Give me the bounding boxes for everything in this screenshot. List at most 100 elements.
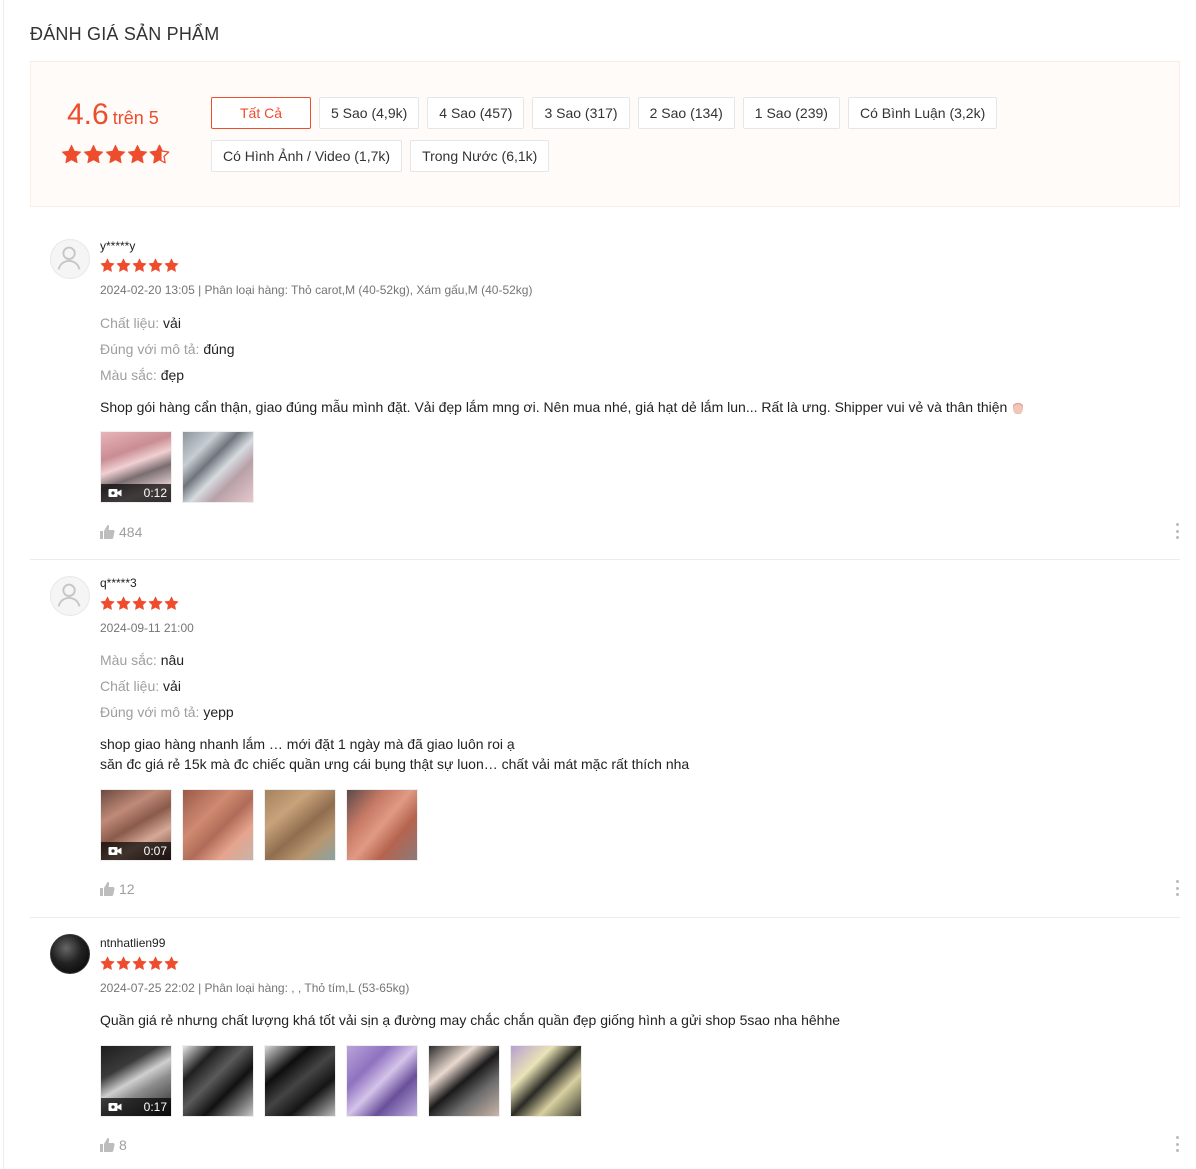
review-video-thumbnail[interactable]: 0:17 (100, 1045, 172, 1117)
attribute-value: đúng (203, 341, 235, 357)
like-count: 484 (119, 524, 143, 540)
review-media: 0:17 (100, 1045, 582, 1117)
score-suffix: trên 5 (112, 108, 159, 128)
star-icon (100, 596, 115, 611)
like-count: 8 (119, 1137, 127, 1153)
more-options-icon[interactable] (1174, 523, 1180, 539)
review-text: shop giao hàng nhanh lắm … mới đặt 1 ngà… (100, 734, 689, 774)
attribute-key: Đúng với mô tả: (100, 704, 200, 720)
review-image-thumbnail[interactable] (182, 789, 254, 861)
filter-all[interactable]: Tất Cả (211, 97, 311, 129)
product-reviews-page: ĐÁNH GIÁ SẢN PHẨM 4.6 trên 5 Tất Cả 5 Sao… (0, 0, 1196, 1169)
review-media: 0:12 (100, 431, 254, 503)
video-duration: 0:17 (143, 1100, 167, 1114)
filter-with-comments[interactable]: Có Bình Luận (3,2k) (847, 97, 998, 129)
video-duration: 0:07 (143, 844, 167, 858)
star-icon (164, 258, 179, 273)
reviewer-name[interactable]: ntnhatlien99 (100, 936, 165, 950)
review-image-thumbnail[interactable] (346, 1045, 418, 1117)
review-image-thumbnail[interactable] (264, 789, 336, 861)
attribute-key: Màu sắc: (100, 367, 157, 383)
video-camera-icon (108, 847, 122, 855)
emoji-icon (1013, 400, 1024, 414)
reviewer-name[interactable]: q*****3 (100, 576, 137, 590)
thumbs-up-icon (100, 1138, 115, 1152)
filter-4-star[interactable]: 4 Sao (457) (427, 97, 525, 129)
review-item: y*****y 2024-02-20 13:05 | Phân loại hàn… (30, 207, 1180, 560)
rating-filters: Tất Cả 5 Sao (4,9k) 4 Sao (457) 3 Sao (3… (211, 97, 1031, 172)
star-icon (105, 144, 126, 165)
star-icon (83, 144, 104, 165)
review-image-thumbnail[interactable] (182, 431, 254, 503)
review-meta: 2024-02-20 13:05 | Phân loại hàng: Thỏ c… (100, 283, 533, 297)
video-bar: 0:12 (101, 484, 171, 502)
review-video-thumbnail[interactable]: 0:12 (100, 431, 172, 503)
avatar[interactable] (50, 934, 90, 974)
review-media: 0:07 (100, 789, 418, 861)
review-text-line: Quần giá rẻ nhưng chất lượng khá tốt vải… (100, 1012, 841, 1028)
overall-score: 4.6 trên 5 (67, 98, 159, 132)
thumbs-up-icon (100, 525, 115, 539)
attribute-row: Màu sắc: nâu (100, 652, 184, 668)
like-button[interactable]: 484 (100, 524, 142, 540)
attribute-key: Màu sắc: (100, 652, 157, 668)
avatar[interactable] (50, 239, 90, 279)
star-icon (61, 144, 82, 165)
like-button[interactable]: 8 (100, 1137, 127, 1153)
star-icon (132, 258, 147, 273)
star-icon (148, 258, 163, 273)
review-image-thumbnail[interactable] (428, 1045, 500, 1117)
star-icon (116, 258, 131, 273)
review-stars (100, 956, 179, 971)
review-image-thumbnail[interactable] (264, 1045, 336, 1117)
review-item: ntnhatlien99 2024-07-25 22:02 | Phân loạ… (30, 918, 1180, 1169)
rating-summary: 4.6 trên 5 Tất Cả 5 Sao (4,9k) 4 Sao (457… (30, 61, 1180, 207)
review-item: q*****3 2024-09-11 21:00 Màu sắc: nâu Ch… (30, 560, 1180, 918)
attribute-row: Chất liệu: vải (100, 678, 181, 694)
review-text-line: shop giao hàng nhanh lắm … mới đặt 1 ngà… (100, 736, 515, 752)
partial-star-icon (149, 144, 170, 164)
review-image-thumbnail[interactable] (182, 1045, 254, 1117)
review-text: Shop gói hàng cẩn thận, giao đúng mẫu mì… (100, 397, 1024, 417)
star-icon (164, 956, 179, 971)
star-icon (132, 596, 147, 611)
filter-5-star[interactable]: 5 Sao (4,9k) (319, 97, 420, 129)
user-icon (57, 583, 81, 607)
filter-1-star[interactable]: 1 Sao (239) (742, 97, 840, 129)
video-camera-icon (108, 1103, 122, 1111)
section-title: ĐÁNH GIÁ SẢN PHẨM (30, 24, 220, 44)
review-image-thumbnail[interactable] (510, 1045, 582, 1117)
user-icon (57, 246, 81, 270)
attribute-row: Chất liệu: vải (100, 315, 181, 331)
star-icon (127, 144, 148, 165)
review-meta: 2024-09-11 21:00 (100, 621, 194, 635)
filter-3-star[interactable]: 3 Sao (317) (532, 97, 630, 129)
star-icon (116, 956, 131, 971)
review-text-line: săn đc giá rẻ 15k mà đc chiếc quần ưng c… (100, 756, 690, 772)
review-video-thumbnail[interactable]: 0:07 (100, 789, 172, 861)
review-text-line: Shop gói hàng cẩn thận, giao đúng mẫu mì… (100, 399, 1008, 415)
avatar[interactable] (50, 576, 90, 616)
review-meta: 2024-07-25 22:02 | Phân loại hàng: , , T… (100, 981, 410, 995)
review-text: Quần giá rẻ nhưng chất lượng khá tốt vải… (100, 1010, 840, 1030)
attribute-row: Màu sắc: đẹp (100, 367, 184, 383)
attribute-value: đẹp (160, 367, 185, 383)
video-duration: 0:12 (143, 486, 167, 500)
star-icon (100, 258, 115, 273)
more-options-icon[interactable] (1174, 1136, 1180, 1152)
star-icon (132, 956, 147, 971)
reviewer-name[interactable]: y*****y (100, 239, 135, 253)
overall-rating-stars (61, 144, 170, 165)
video-bar: 0:17 (101, 1098, 171, 1116)
more-options-icon[interactable] (1174, 880, 1180, 896)
star-icon (116, 596, 131, 611)
video-camera-icon (108, 489, 122, 497)
review-stars (100, 596, 179, 611)
attribute-value: vải (163, 315, 181, 331)
filter-2-star[interactable]: 2 Sao (134) (637, 97, 735, 129)
review-image-thumbnail[interactable] (346, 789, 418, 861)
like-button[interactable]: 12 (100, 881, 135, 897)
filter-with-media[interactable]: Có Hình Ảnh / Video (1,7k) (211, 140, 403, 172)
filter-domestic[interactable]: Trong Nước (6,1k) (410, 140, 550, 172)
review-stars (100, 258, 179, 273)
